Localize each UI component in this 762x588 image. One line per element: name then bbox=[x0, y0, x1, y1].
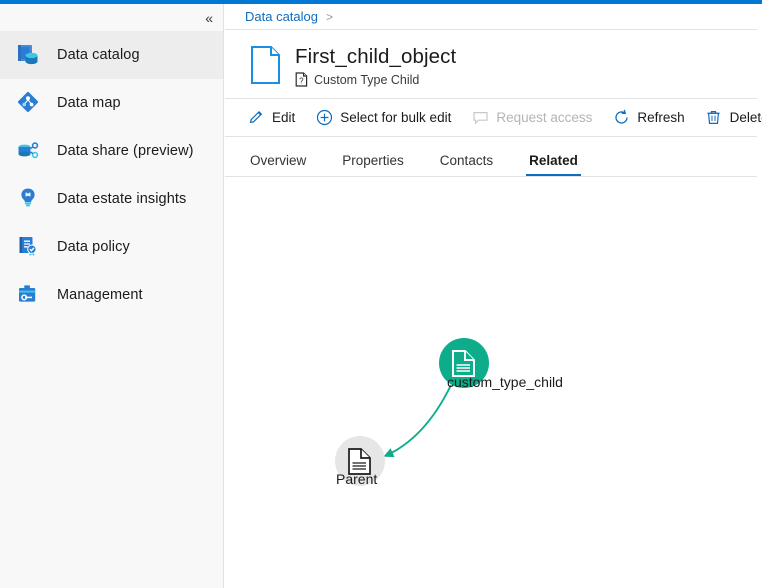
sidebar-collapse-row: « bbox=[0, 4, 223, 31]
tab-related[interactable]: Related bbox=[526, 153, 581, 176]
sidebar-item-label: Data estate insights bbox=[57, 191, 186, 207]
delete-button[interactable]: Delete bbox=[705, 109, 762, 127]
sidebar: « Data catalog Data ma bbox=[0, 4, 224, 588]
lineage-graph[interactable]: custom_type_child Parent bbox=[225, 177, 762, 582]
svg-text:?: ? bbox=[299, 76, 304, 85]
data-map-icon bbox=[14, 88, 44, 118]
page-header: First_child_object ? Custom Type Child bbox=[225, 30, 757, 99]
pencil-icon bbox=[247, 109, 265, 127]
sidebar-item-data-share[interactable]: Data share (preview) bbox=[0, 127, 223, 175]
refresh-button[interactable]: Refresh bbox=[612, 109, 684, 127]
plus-circle-icon bbox=[315, 109, 333, 127]
unknown-type-icon: ? bbox=[295, 72, 308, 87]
graph-edge bbox=[385, 385, 451, 456]
breadcrumb: Data catalog > bbox=[225, 4, 757, 30]
sidebar-item-management[interactable]: Management bbox=[0, 271, 223, 319]
request-access-button: Request access bbox=[471, 109, 592, 127]
lightbulb-icon bbox=[14, 184, 44, 214]
breadcrumb-separator-icon: > bbox=[326, 10, 333, 24]
sidebar-item-label: Data catalog bbox=[57, 47, 140, 63]
refresh-icon bbox=[612, 109, 630, 127]
sidebar-item-label: Data policy bbox=[57, 239, 130, 255]
tab-overview[interactable]: Overview bbox=[247, 153, 309, 176]
sidebar-item-data-estate-insights[interactable]: Data estate insights bbox=[0, 175, 223, 223]
page-subtitle-row: ? Custom Type Child bbox=[295, 72, 456, 87]
edit-button[interactable]: Edit bbox=[247, 109, 295, 127]
select-for-bulk-edit-button[interactable]: Select for bulk edit bbox=[315, 109, 451, 127]
select-for-bulk-edit-label: Select for bulk edit bbox=[340, 110, 451, 125]
tab-properties[interactable]: Properties bbox=[339, 153, 407, 176]
breadcrumb-item-data-catalog[interactable]: Data catalog bbox=[245, 9, 318, 24]
data-share-icon bbox=[14, 136, 44, 166]
document-icon bbox=[247, 44, 285, 86]
briefcase-wrench-icon bbox=[14, 280, 44, 310]
page-title-group: First_child_object ? Custom Type Child bbox=[295, 43, 456, 87]
sidebar-item-data-policy[interactable]: Data policy bbox=[0, 223, 223, 271]
graph-node-label-custom-type-child: custom_type_child bbox=[447, 374, 563, 390]
sidebar-item-label: Data share (preview) bbox=[57, 143, 194, 159]
request-access-label: Request access bbox=[496, 110, 592, 125]
data-catalog-icon bbox=[14, 40, 44, 70]
tab-contacts[interactable]: Contacts bbox=[437, 153, 496, 176]
collapse-sidebar-icon[interactable]: « bbox=[205, 11, 212, 25]
refresh-label: Refresh bbox=[637, 110, 684, 125]
page-title: First_child_object bbox=[295, 44, 456, 69]
sidebar-item-data-catalog[interactable]: Data catalog bbox=[0, 31, 223, 79]
content-panel: Data catalog > First_child_object ? Cust bbox=[225, 4, 762, 588]
tab-bar: Overview Properties Contacts Related bbox=[225, 137, 757, 177]
graph-node-label-parent: Parent bbox=[336, 471, 377, 487]
sidebar-item-data-map[interactable]: Data map bbox=[0, 79, 223, 127]
page-subtitle: Custom Type Child bbox=[314, 73, 419, 87]
comment-icon bbox=[471, 109, 489, 127]
toolbar: Edit Select for bulk edit Request access bbox=[225, 99, 757, 137]
policy-document-icon bbox=[14, 232, 44, 262]
trash-icon bbox=[705, 109, 723, 127]
delete-label: Delete bbox=[730, 110, 762, 125]
sidebar-item-label: Management bbox=[57, 287, 143, 303]
sidebar-item-label: Data map bbox=[57, 95, 121, 111]
edit-label: Edit bbox=[272, 110, 295, 125]
